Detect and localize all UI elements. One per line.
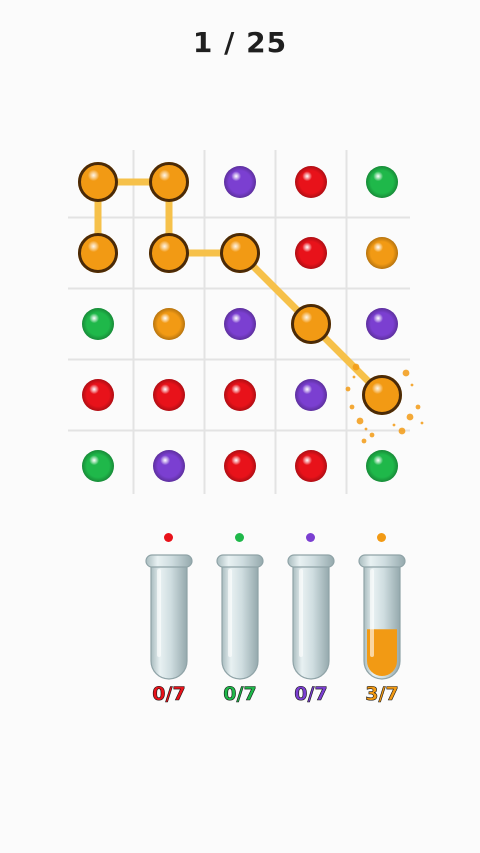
ball-purple[interactable] (224, 308, 256, 340)
tube-red-count: 0/7 (152, 683, 186, 706)
game-board[interactable] (0, 0, 480, 520)
ball-purple[interactable] (366, 308, 398, 340)
ball-orange[interactable] (153, 308, 185, 340)
ball-green[interactable] (366, 450, 398, 482)
tube-orange: 3/7 (352, 533, 412, 713)
ball-orange-selected[interactable] (362, 375, 402, 415)
ball-red[interactable] (224, 450, 256, 482)
tube-icon (216, 554, 264, 680)
ball-purple[interactable] (295, 379, 327, 411)
board-canvas[interactable] (0, 0, 480, 520)
tube-orange-count: 3/7 (365, 683, 399, 706)
ball-orange-selected[interactable] (291, 304, 331, 344)
tube-icon (287, 554, 335, 680)
ball-red[interactable] (224, 379, 256, 411)
ball-red[interactable] (295, 237, 327, 269)
tube-red: 0/7 (139, 533, 199, 713)
tube-icon (358, 554, 406, 680)
ball-purple[interactable] (153, 450, 185, 482)
ball-green[interactable] (366, 166, 398, 198)
tube-orange-color-dot (377, 533, 386, 542)
ball-green[interactable] (82, 308, 114, 340)
ball-orange-selected[interactable] (149, 233, 189, 273)
tube-icon (145, 554, 193, 680)
tube-green: 0/7 (210, 533, 270, 713)
ball-red[interactable] (295, 166, 327, 198)
ball-orange-selected[interactable] (149, 162, 189, 202)
tube-purple-color-dot (306, 533, 315, 542)
tube-red-color-dot (164, 533, 173, 542)
tube-purple-count: 0/7 (294, 683, 328, 706)
ball-orange-selected[interactable] (78, 162, 118, 202)
tube-green-count: 0/7 (223, 683, 257, 706)
ball-red[interactable] (153, 379, 185, 411)
tube-green-color-dot (235, 533, 244, 542)
ball-orange-selected[interactable] (78, 233, 118, 273)
tube-purple: 0/7 (281, 533, 341, 713)
ball-orange-selected[interactable] (220, 233, 260, 273)
ball-orange[interactable] (366, 237, 398, 269)
ball-green[interactable] (82, 450, 114, 482)
ball-red[interactable] (295, 450, 327, 482)
ball-red[interactable] (82, 379, 114, 411)
ball-purple[interactable] (224, 166, 256, 198)
